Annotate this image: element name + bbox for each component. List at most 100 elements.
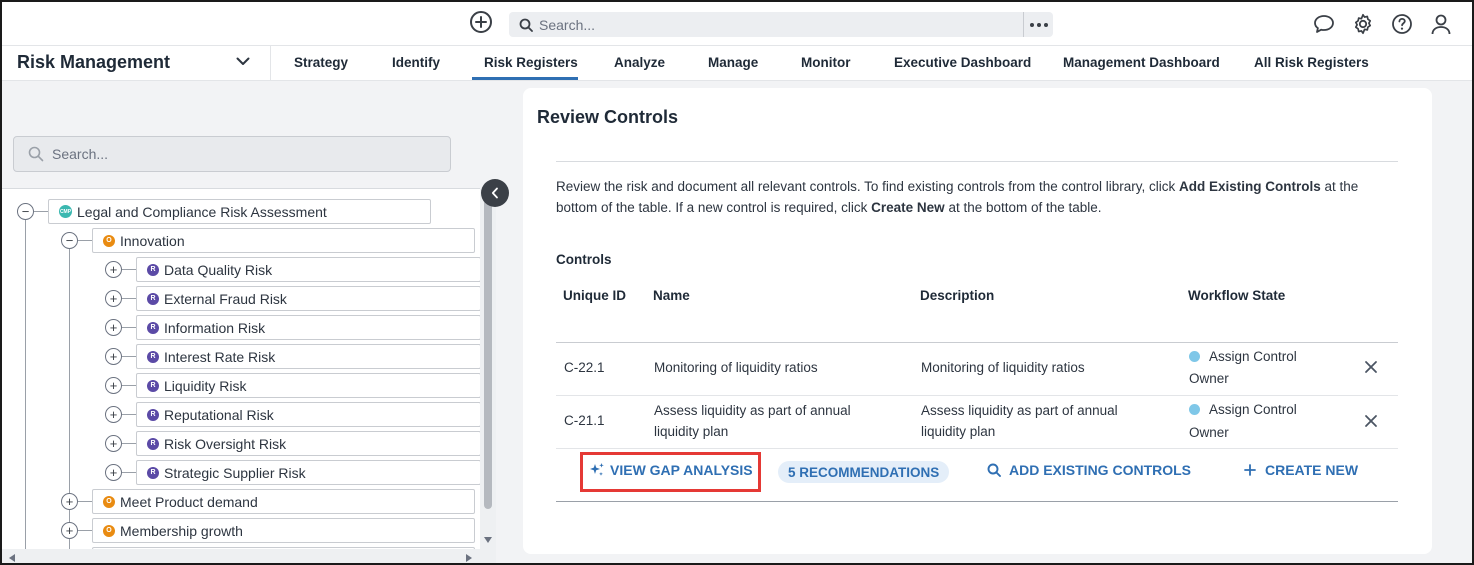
tree-node-risk[interactable]: R Information Risk xyxy=(136,315,480,340)
scroll-left-arrow-icon[interactable] xyxy=(8,553,16,563)
search-icon xyxy=(28,146,44,162)
tree-node-label: Strategic Supplier Risk xyxy=(164,464,306,481)
tab-risk-registers[interactable]: Risk Registers xyxy=(484,55,578,70)
control-id[interactable]: C-21.1 xyxy=(564,410,605,432)
objective-badge-icon: O xyxy=(103,524,115,537)
scroll-right-arrow-icon[interactable] xyxy=(465,553,473,563)
tree-node-objective[interactable]: O Meet Product demand xyxy=(92,489,475,514)
tree-node-objective[interactable]: O Innovation xyxy=(92,228,475,253)
tree-node-label: External Fraud Risk xyxy=(164,290,287,307)
column-header-description[interactable]: Description xyxy=(920,288,994,303)
expand-toggle[interactable]: + xyxy=(105,290,122,307)
user-icon[interactable] xyxy=(1430,13,1452,35)
scroll-down-arrow-icon[interactable] xyxy=(483,536,493,544)
tree-search[interactable]: Search... xyxy=(13,136,451,172)
control-description: Monitoring of liquidity ratios xyxy=(921,360,1085,375)
risk-badge-icon: R xyxy=(147,321,159,334)
tree-node-risk[interactable]: R Risk Oversight Risk xyxy=(136,431,480,456)
expand-toggle[interactable]: + xyxy=(105,435,122,452)
tree-node-risk[interactable]: R Reputational Risk xyxy=(136,402,480,427)
chevron-left-icon xyxy=(491,187,498,199)
tab-identify[interactable]: Identify xyxy=(392,55,440,70)
tab-management-dashboard[interactable]: Management Dashboard xyxy=(1063,55,1220,70)
control-id[interactable]: C-22.1 xyxy=(564,357,605,379)
tree-node-label: Innovation xyxy=(120,232,185,249)
create-new-button[interactable]: CREATE NEW xyxy=(1244,462,1358,478)
expand-toggle[interactable]: + xyxy=(105,406,122,423)
global-search[interactable]: Search... xyxy=(509,12,1053,37)
highlight-box xyxy=(580,452,761,492)
top-bar: Search... xyxy=(2,2,1472,46)
horizontal-scrollbar[interactable] xyxy=(2,549,480,563)
add-icon[interactable] xyxy=(470,11,492,33)
expand-toggle[interactable]: + xyxy=(105,348,122,365)
remove-row-icon[interactable] xyxy=(1364,360,1378,374)
recommendations-badge[interactable]: 5 RECOMMENDATIONS xyxy=(778,461,950,483)
control-description-line-1: Assess liquidity as part of annual xyxy=(921,403,1118,418)
more-icon[interactable] xyxy=(1023,12,1053,37)
controls-section-label: Controls xyxy=(556,252,612,267)
expand-toggle[interactable]: + xyxy=(61,522,78,539)
expand-toggle[interactable]: + xyxy=(61,493,78,510)
page-title: Review Controls xyxy=(537,107,679,127)
global-search-input[interactable]: Search... xyxy=(539,17,595,33)
tab-all-risk-registers[interactable]: All Risk Registers xyxy=(1254,55,1369,70)
expand-toggle[interactable]: + xyxy=(105,377,122,394)
control-name-line-1[interactable]: Assess liquidity as part of annual xyxy=(654,400,851,422)
tree-node-risk[interactable]: R Liquidity Risk xyxy=(136,373,480,398)
collapse-toggle[interactable]: − xyxy=(61,232,78,249)
column-header-name[interactable]: Name xyxy=(653,288,690,303)
collapse-toggle[interactable]: − xyxy=(17,203,34,220)
chat-icon[interactable] xyxy=(1313,13,1335,35)
tree-node-label: Interest Rate Risk xyxy=(164,348,276,365)
control-description-line-2: liquidity plan xyxy=(921,424,996,439)
column-header-workflow-state[interactable]: Workflow State xyxy=(1188,288,1285,303)
risk-badge-icon: R xyxy=(147,437,159,450)
tree-node-risk[interactable]: R External Fraud Risk xyxy=(136,286,480,311)
risk-badge-icon: R xyxy=(147,350,159,363)
collapse-panel-button[interactable] xyxy=(481,179,509,207)
module-nav: Risk Management Strategy Identify Risk R… xyxy=(2,46,1472,81)
objective-badge-icon: O xyxy=(103,234,115,247)
expand-toggle[interactable]: + xyxy=(105,261,122,278)
tab-manage[interactable]: Manage xyxy=(708,55,758,70)
workflow-state-line-1: Assign Control xyxy=(1209,349,1297,364)
workflow-state-line-2: Owner xyxy=(1189,425,1229,440)
tab-strategy[interactable]: Strategy xyxy=(294,55,348,70)
help-icon[interactable] xyxy=(1391,13,1413,35)
workflow-state-line-1: Assign Control xyxy=(1209,402,1297,417)
tree-node-label: Reputational Risk xyxy=(164,406,274,423)
settings-icon[interactable] xyxy=(1352,13,1374,35)
instructions-text: Review the risk and document all relevan… xyxy=(556,179,1359,215)
tree-node-objective[interactable]: O Membership growth xyxy=(92,518,475,543)
tab-executive-dashboard[interactable]: Executive Dashboard xyxy=(894,55,1031,70)
app-title[interactable]: Risk Management xyxy=(17,52,170,73)
search-icon xyxy=(987,463,1001,477)
tree-node-root[interactable]: CMP Legal and Compliance Risk Assessment xyxy=(48,199,431,224)
tree-node-label: Data Quality Risk xyxy=(164,261,273,278)
risk-badge-icon: R xyxy=(147,379,159,392)
scrollbar-thumb[interactable] xyxy=(484,199,492,509)
search-icon xyxy=(519,18,533,32)
risk-badge-icon: R xyxy=(147,408,159,421)
workflow-status-dot xyxy=(1189,351,1200,362)
tab-analyze[interactable]: Analyze xyxy=(614,55,665,70)
remove-row-icon[interactable] xyxy=(1364,414,1378,428)
tree-node-label: Risk Oversight Risk xyxy=(164,435,287,452)
chevron-down-icon[interactable] xyxy=(236,57,250,66)
workflow-state-line-2: Owner xyxy=(1189,371,1229,386)
tree-node-label: Legal and Compliance Risk Assessment xyxy=(77,203,327,220)
control-name[interactable]: Monitoring of liquidity ratios xyxy=(654,357,818,379)
add-existing-controls-button[interactable]: ADD EXISTING CONTROLS xyxy=(987,462,1191,478)
tab-monitor[interactable]: Monitor xyxy=(801,55,851,70)
column-header-unique-id[interactable]: Unique ID xyxy=(563,288,626,303)
tree-panel: Search... − CMP Legal and Compliance Ris… xyxy=(2,81,509,563)
control-name-line-2[interactable]: liquidity plan xyxy=(654,421,728,443)
expand-toggle[interactable]: + xyxy=(105,464,122,481)
record-tree: − CMP Legal and Compliance Risk Assessme… xyxy=(2,189,480,549)
tree-node-risk[interactable]: R Interest Rate Risk xyxy=(136,344,480,369)
tree-search-input[interactable]: Search... xyxy=(52,146,108,162)
expand-toggle[interactable]: + xyxy=(105,319,122,336)
tree-node-risk[interactable]: R Data Quality Risk xyxy=(136,257,480,282)
tree-node-risk[interactable]: R Strategic Supplier Risk xyxy=(136,460,480,485)
